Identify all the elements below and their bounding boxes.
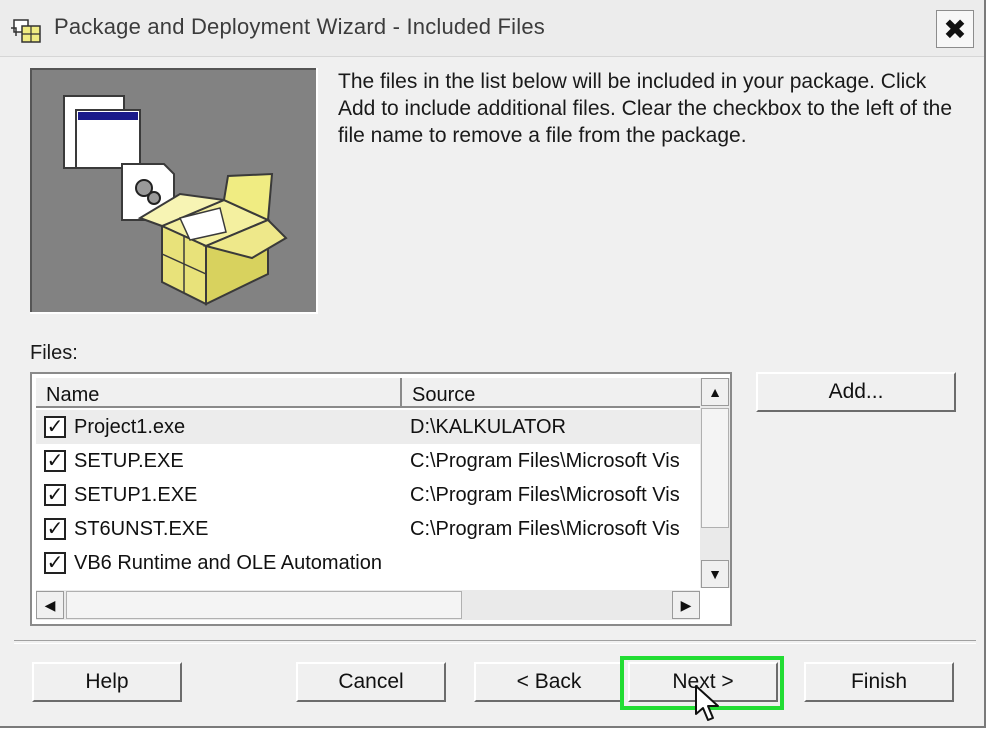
file-checkbox[interactable]: ✓ bbox=[44, 416, 66, 438]
checkmark-icon: ✓ bbox=[46, 484, 64, 506]
arrow-left-icon: ◀ bbox=[44, 596, 56, 613]
setup-box-icon bbox=[11, 19, 41, 43]
finish-button-label: Finish bbox=[850, 670, 908, 693]
close-icon: ✖ bbox=[943, 13, 967, 45]
vertical-scrollbar[interactable]: ▲ ▼ bbox=[700, 378, 730, 588]
files-label: Files: bbox=[30, 342, 78, 364]
checkmark-icon: ✓ bbox=[46, 518, 64, 540]
table-row[interactable]: ✓ VB6 Runtime and OLE Automation bbox=[36, 546, 700, 580]
table-row[interactable]: ✓ SETUP.EXE C:\Program Files\Microsoft V… bbox=[36, 444, 700, 478]
wizard-dialog: Package and Deployment Wizard - Included… bbox=[0, 0, 986, 728]
mouse-pointer-icon bbox=[695, 685, 719, 721]
column-header-source[interactable]: Source bbox=[402, 378, 704, 408]
file-source: C:\Program Files\Microsoft Vis bbox=[410, 518, 680, 540]
column-header-name[interactable]: Name bbox=[36, 378, 402, 408]
table-row[interactable]: ✓ Project1.exe D:\KALKULATOR bbox=[36, 410, 700, 444]
back-button-label: < Back bbox=[516, 670, 582, 693]
arrow-down-icon: ▼ bbox=[708, 566, 722, 582]
package-box-illustration bbox=[63, 95, 288, 306]
file-checkbox[interactable]: ✓ bbox=[44, 518, 66, 540]
add-button[interactable]: Add... bbox=[756, 372, 956, 412]
file-checkbox[interactable]: ✓ bbox=[44, 484, 66, 506]
file-name: ST6UNST.EXE bbox=[74, 518, 209, 540]
file-name: SETUP.EXE bbox=[74, 450, 184, 472]
cancel-button-label: Cancel bbox=[338, 670, 404, 693]
cancel-button[interactable]: Cancel bbox=[296, 662, 446, 702]
table-row[interactable]: ✓ ST6UNST.EXE C:\Program Files\Microsoft… bbox=[36, 512, 700, 546]
checkmark-icon: ✓ bbox=[46, 450, 64, 472]
scroll-right-button[interactable]: ▶ bbox=[672, 591, 700, 619]
checkmark-icon: ✓ bbox=[46, 416, 64, 438]
file-name: Project1.exe bbox=[74, 416, 186, 438]
file-checkbox[interactable]: ✓ bbox=[44, 552, 66, 574]
files-list[interactable]: Name Source ✓ Project1.exe D:\KALKULATOR… bbox=[30, 372, 732, 626]
window-title: Package and Deployment Wizard - Included… bbox=[54, 14, 545, 39]
file-source: D:\KALKULATOR bbox=[410, 416, 566, 438]
file-name: SETUP1.EXE bbox=[74, 484, 198, 506]
finish-button[interactable]: Finish bbox=[804, 662, 954, 702]
instructions-text: The files in the list below will be incl… bbox=[338, 70, 953, 147]
wizard-illustration bbox=[30, 68, 318, 314]
table-row[interactable]: ✓ SETUP1.EXE C:\Program Files\Microsoft … bbox=[36, 478, 700, 512]
scroll-up-button[interactable]: ▲ bbox=[701, 378, 729, 406]
help-button-label: Help bbox=[85, 670, 129, 693]
horizontal-scroll-thumb[interactable] bbox=[66, 591, 462, 619]
file-name: VB6 Runtime and OLE Automation bbox=[74, 552, 382, 574]
checkmark-icon: ✓ bbox=[46, 552, 64, 574]
file-checkbox[interactable]: ✓ bbox=[44, 450, 66, 472]
back-button[interactable]: < Back bbox=[474, 662, 624, 702]
file-source: C:\Program Files\Microsoft Vis bbox=[410, 450, 680, 472]
vertical-scroll-thumb[interactable] bbox=[701, 408, 729, 528]
button-separator bbox=[14, 640, 976, 644]
close-button[interactable]: ✖ bbox=[936, 10, 974, 48]
add-button-label: Add... bbox=[828, 380, 884, 403]
horizontal-scrollbar[interactable]: ◀ ▶ bbox=[36, 590, 700, 620]
arrow-up-icon: ▲ bbox=[708, 384, 722, 400]
scroll-down-button[interactable]: ▼ bbox=[701, 560, 729, 588]
help-button[interactable]: Help bbox=[32, 662, 182, 702]
arrow-right-icon: ▶ bbox=[680, 596, 692, 613]
title-bar[interactable]: Package and Deployment Wizard - Included… bbox=[0, 0, 984, 57]
scroll-left-button[interactable]: ◀ bbox=[36, 591, 64, 619]
file-source: C:\Program Files\Microsoft Vis bbox=[410, 484, 680, 506]
